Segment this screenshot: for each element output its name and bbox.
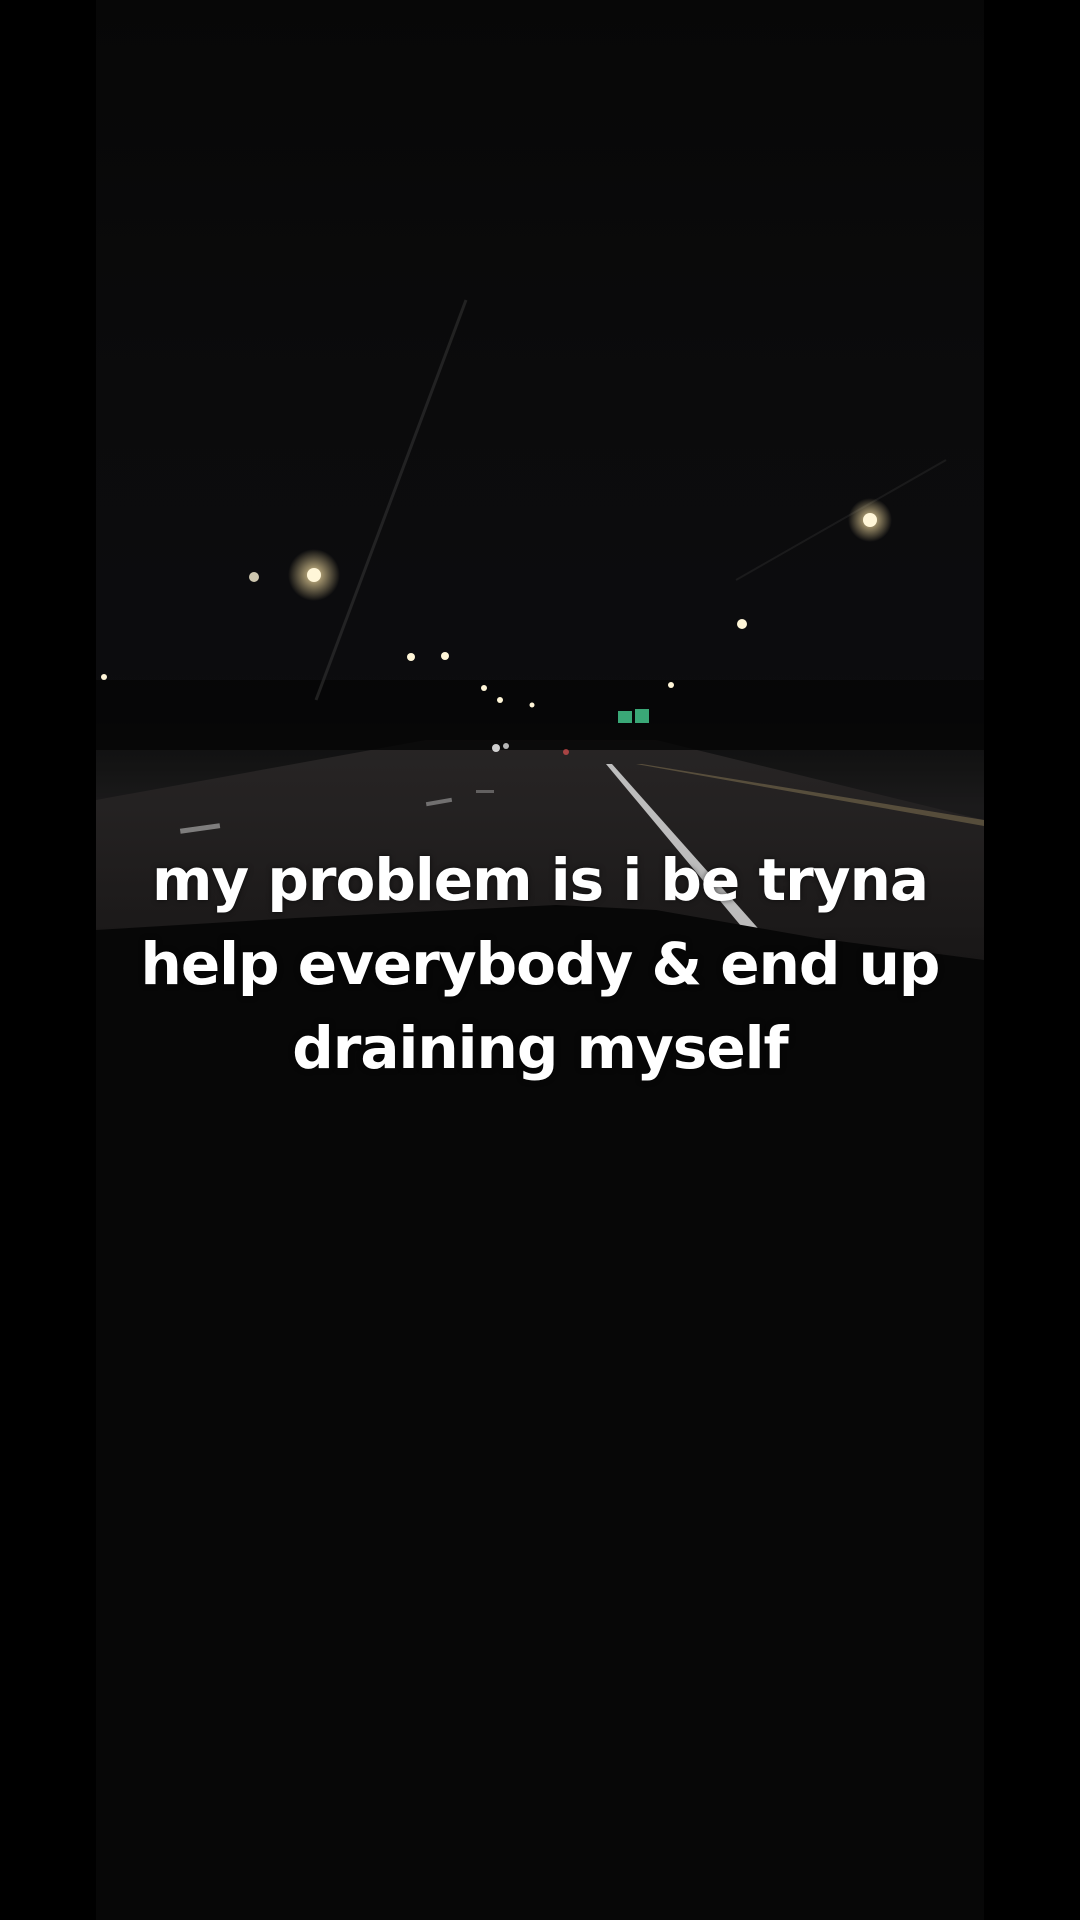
windshield-streak [735,459,947,581]
highway-sign [618,711,632,723]
caption-text: my problem is i be tryna help everybody … [0,838,1080,1090]
street-light [441,652,449,660]
caption-line-3: draining myself [292,1014,789,1082]
car-light [492,744,500,752]
caption-line-1: my problem is i be tryna [151,846,929,914]
windshield-streak [314,299,468,701]
lane-dash [476,790,494,793]
street-light [481,685,487,691]
caption-line-2: help everybody & end up [140,930,941,998]
car-light [503,743,509,749]
video-frame: my problem is i be tryna help everybody … [0,0,1080,1920]
street-light [529,702,535,708]
street-light [101,674,107,680]
street-light [668,682,674,688]
street-light [863,513,877,527]
highway-sign [635,709,649,723]
street-light [737,619,747,629]
street-light [307,568,321,582]
car-light [563,749,569,755]
treeline [96,680,984,750]
street-light [497,697,503,703]
street-light [249,572,259,582]
street-light [407,653,415,661]
